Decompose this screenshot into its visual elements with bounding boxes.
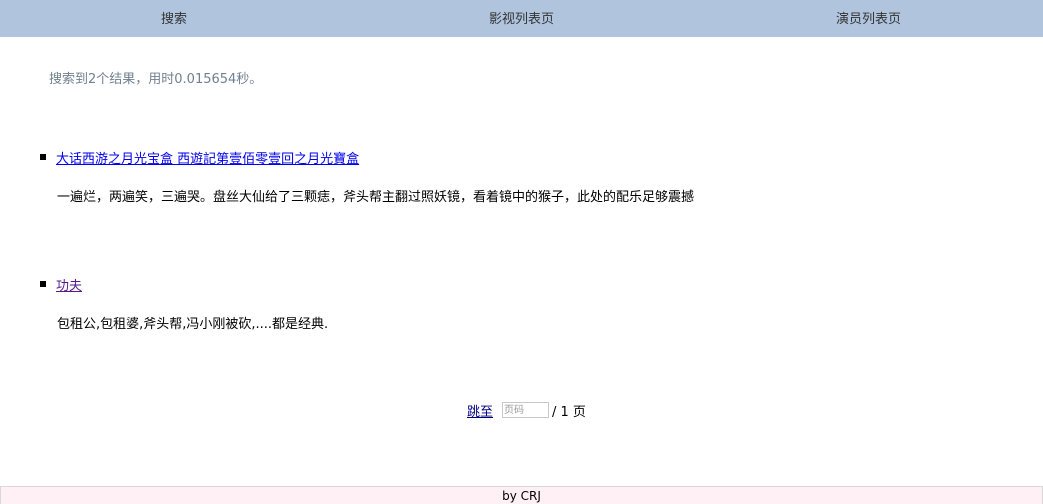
- top-navigation-bar: 搜索 影视列表页 演员列表页: [0, 0, 1043, 37]
- search-result-summary: 搜索到2个结果，用时0.015654秒。: [49, 72, 263, 87]
- footer: by CRJ: [0, 486, 1043, 504]
- nav-item-search[interactable]: 搜索: [161, 0, 187, 37]
- nav-item-movie-list[interactable]: 影视列表页: [489, 0, 554, 37]
- result-title-link[interactable]: 大话西游之月光宝盒 西遊記第壹佰零壹回之月光寶盒: [56, 148, 359, 167]
- result-title-link[interactable]: 功夫: [56, 275, 82, 294]
- result-description: 包租公,包租婆,斧头帮,冯小刚被砍,....都是经典.: [57, 317, 329, 332]
- nav-item-actor-list[interactable]: 演员列表页: [836, 0, 901, 37]
- page-number-input[interactable]: [502, 402, 550, 418]
- list-bullet-icon: [40, 281, 46, 287]
- list-bullet-icon: [40, 154, 46, 160]
- result-description: 一遍烂，两遍笑，三遍哭。盘丝大仙给了三颗痣，斧头帮主翻过照妖镜，看着镜中的猴子，…: [57, 190, 695, 205]
- footer-credit: by CRJ: [502, 489, 541, 503]
- pagination: 跳至 / 1 页: [467, 400, 586, 420]
- jump-to-page-link[interactable]: 跳至: [467, 401, 493, 420]
- total-pages-text: / 1 页: [552, 404, 586, 420]
